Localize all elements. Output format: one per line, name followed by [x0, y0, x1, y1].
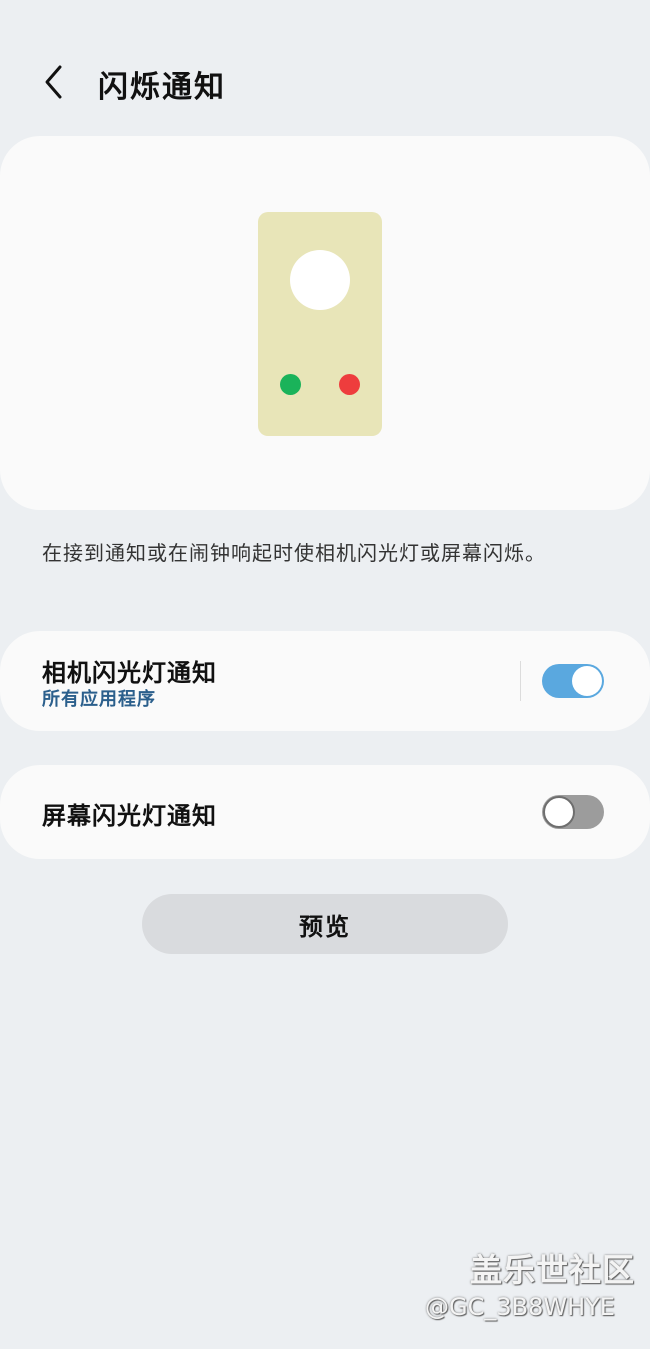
camera-flash-setting[interactable]: 相机闪光灯通知 所有应用程序 [0, 631, 650, 731]
divider [520, 661, 521, 701]
page-title: 闪烁通知 [98, 70, 226, 105]
screen-flash-toggle[interactable] [542, 795, 604, 829]
camera-flash-circle [290, 250, 350, 310]
camera-flash-toggle[interactable] [542, 664, 604, 698]
back-button[interactable] [34, 60, 74, 104]
app-header: 闪烁通知 [0, 52, 650, 112]
watermark-title: 盖乐世社区 [470, 1251, 636, 1289]
camera-flash-title: 相机闪光灯通知 [42, 659, 217, 687]
screen-flash-setting[interactable]: 屏幕闪光灯通知 [0, 765, 650, 859]
red-indicator-dot [339, 374, 360, 395]
feature-description: 在接到通知或在闹钟响起时使相机闪光灯或屏幕闪烁。 [42, 541, 546, 565]
phone-illustration [258, 212, 382, 436]
screen: 闪烁通知 在接到通知或在闹钟响起时使相机闪光灯或屏幕闪烁。 相机闪光灯通知 所有… [0, 0, 650, 1349]
illustration-card [0, 136, 650, 510]
preview-button[interactable]: 预览 [142, 894, 508, 954]
watermark-handle: @GC_3B8WHYE [425, 1293, 615, 1321]
green-indicator-dot [280, 374, 301, 395]
camera-flash-subtitle: 所有应用程序 [42, 689, 156, 710]
screen-flash-title: 屏幕闪光灯通知 [42, 802, 217, 830]
toggle-knob [543, 796, 575, 828]
toggle-knob [572, 666, 602, 696]
chevron-left-icon [45, 65, 62, 99]
